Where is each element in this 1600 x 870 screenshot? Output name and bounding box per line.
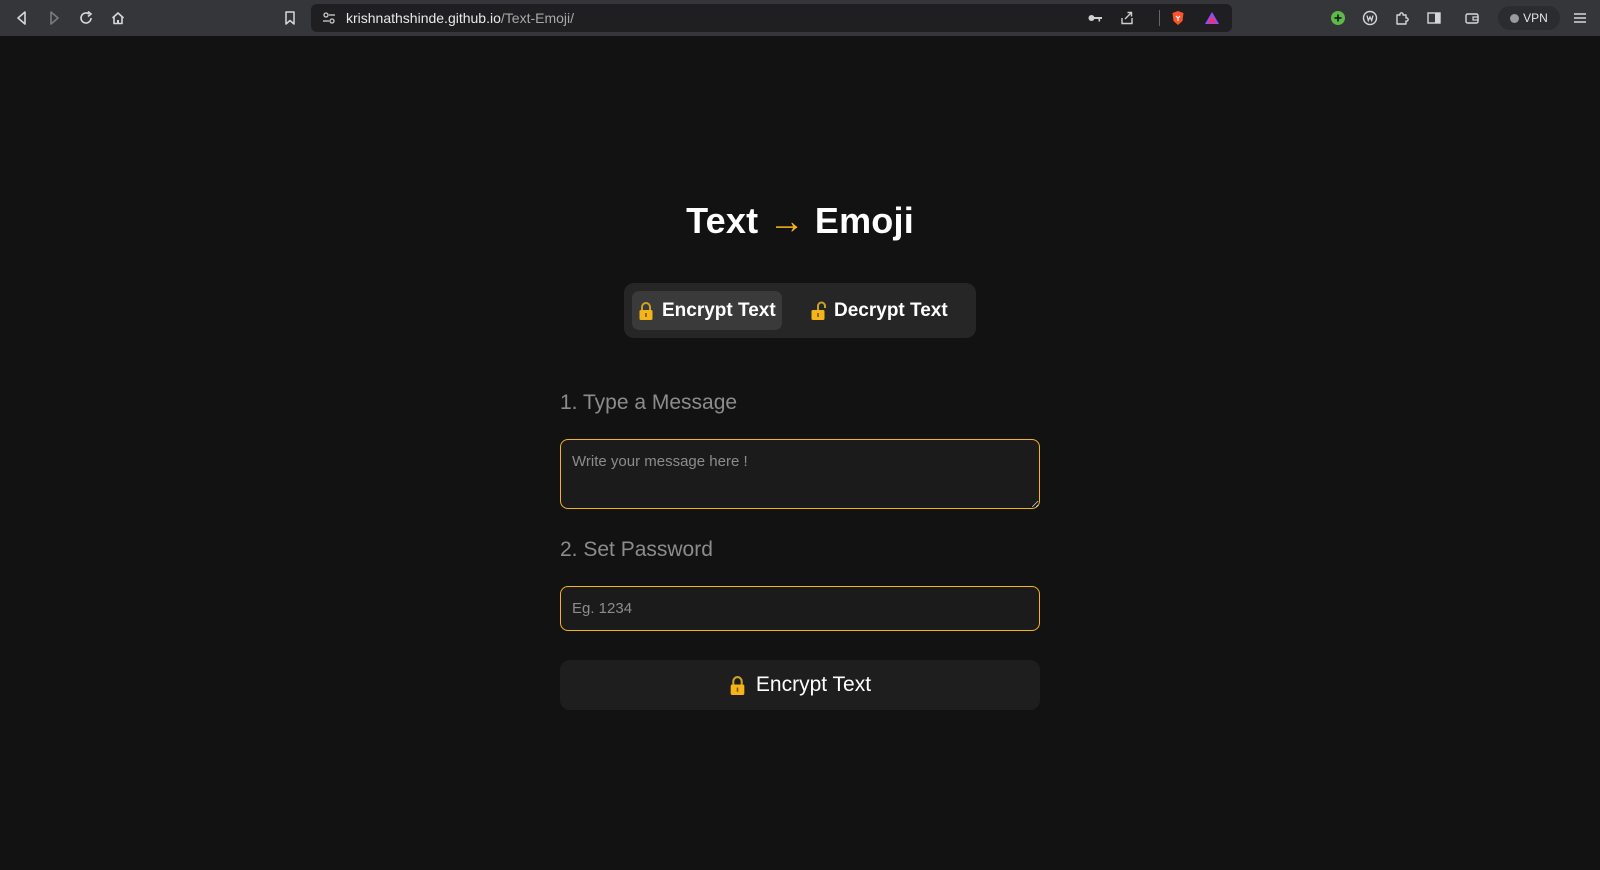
site-info-icon[interactable] (321, 10, 337, 26)
tab-decrypt-label: Decrypt Text (834, 299, 948, 321)
forward-icon[interactable] (42, 6, 66, 30)
vpn-button[interactable]: VPN (1498, 6, 1560, 30)
page-content: Text → Emoji Encrypt Text Decrypt Text 1… (0, 36, 1600, 870)
lock-closed-icon (730, 675, 745, 695)
crypto-wallet-icon[interactable] (1460, 6, 1484, 30)
reload-icon[interactable] (74, 6, 98, 30)
menu-icon[interactable] (1568, 6, 1592, 30)
tab-encrypt-label: Encrypt Text (662, 299, 776, 321)
brave-rewards-icon[interactable] (1204, 10, 1220, 26)
title-emoji: Emoji (814, 200, 914, 241)
lock-open-icon (811, 301, 826, 320)
url-separator (1159, 10, 1160, 26)
password-label: 2. Set Password (560, 538, 713, 561)
lock-closed-icon (639, 301, 653, 320)
url-host: krishnathshinde.github.io (346, 10, 501, 26)
title-text: Text (686, 200, 759, 241)
tab-encrypt-text[interactable]: Encrypt Text (632, 291, 782, 330)
key-icon[interactable] (1087, 10, 1103, 26)
brave-shield-icon[interactable] (1170, 10, 1186, 26)
page-title: Text → Emoji (0, 200, 1600, 242)
url-path: /Text-Emoji/ (500, 10, 575, 26)
vpn-status-icon (1510, 13, 1520, 23)
bookmark-icon[interactable] (278, 6, 302, 30)
sidebar-toggle-icon[interactable] (1422, 6, 1446, 30)
tab-decrypt-text[interactable]: Decrypt Text (804, 291, 954, 330)
browser-toolbar: krishnathshinde.github.io/Text-Emoji/ VP… (0, 0, 1600, 36)
wallet-extension-icon[interactable] (1358, 6, 1382, 30)
extensions-puzzle-icon[interactable] (1390, 6, 1414, 30)
share-icon[interactable] (1119, 10, 1135, 26)
title-arrow: → (768, 200, 805, 241)
mode-tabs: Encrypt Text Decrypt Text (624, 283, 976, 338)
message-label: 1. Type a Message (560, 391, 738, 414)
encrypt-button[interactable]: Encrypt Text (560, 660, 1040, 710)
message-input[interactable] (560, 439, 1040, 509)
home-icon[interactable] (106, 6, 130, 30)
back-icon[interactable] (10, 6, 34, 30)
address-bar[interactable]: krishnathshinde.github.io/Text-Emoji/ (311, 4, 1232, 32)
extension-add-icon[interactable] (1326, 6, 1350, 30)
password-input[interactable] (560, 586, 1040, 631)
url-text: krishnathshinde.github.io/Text-Emoji/ (346, 10, 574, 26)
encrypt-button-label: Encrypt Text (755, 673, 872, 696)
vpn-label: VPN (1523, 11, 1548, 25)
